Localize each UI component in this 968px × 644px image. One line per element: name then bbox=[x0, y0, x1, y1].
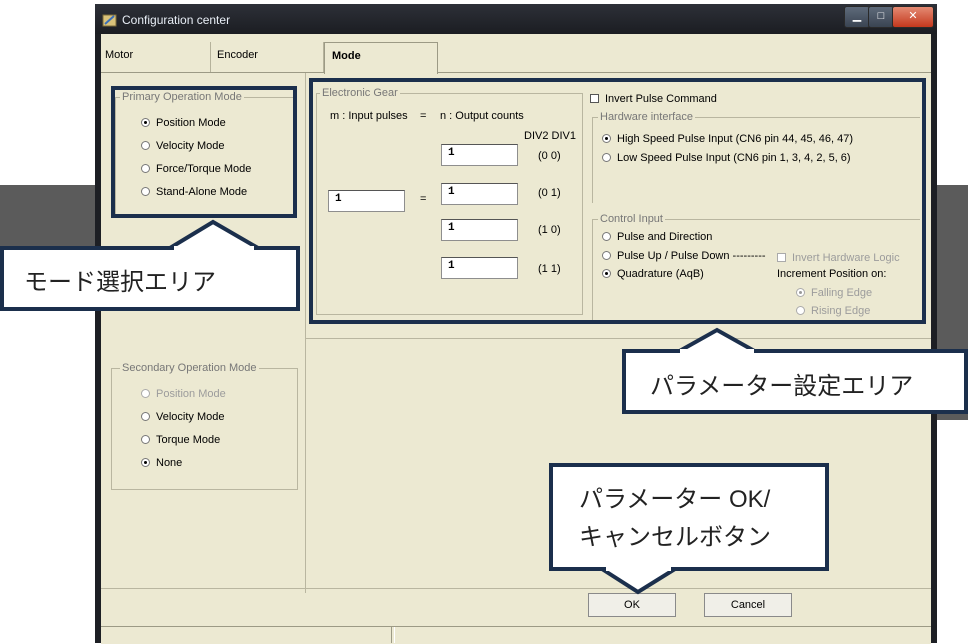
ok-cancel-callout-line2: キャンセルボタン bbox=[579, 524, 771, 551]
param-area-callout: パラメーター設定エリア bbox=[622, 349, 968, 414]
ok-callout-seam bbox=[606, 567, 671, 571]
ok-cancel-callout: パラメーター OK/ キャンセルボタン bbox=[549, 463, 829, 571]
param-callout-seam bbox=[680, 349, 754, 353]
param-area-callout-text: パラメーター設定エリア bbox=[650, 373, 914, 400]
mode-area-callout-text: モード選択エリア bbox=[24, 269, 216, 296]
ok-cancel-callout-line1: パラメーター OK/ bbox=[579, 486, 771, 513]
mode-callout-seam bbox=[174, 246, 254, 250]
mode-area-callout: モード選択エリア bbox=[0, 246, 300, 311]
